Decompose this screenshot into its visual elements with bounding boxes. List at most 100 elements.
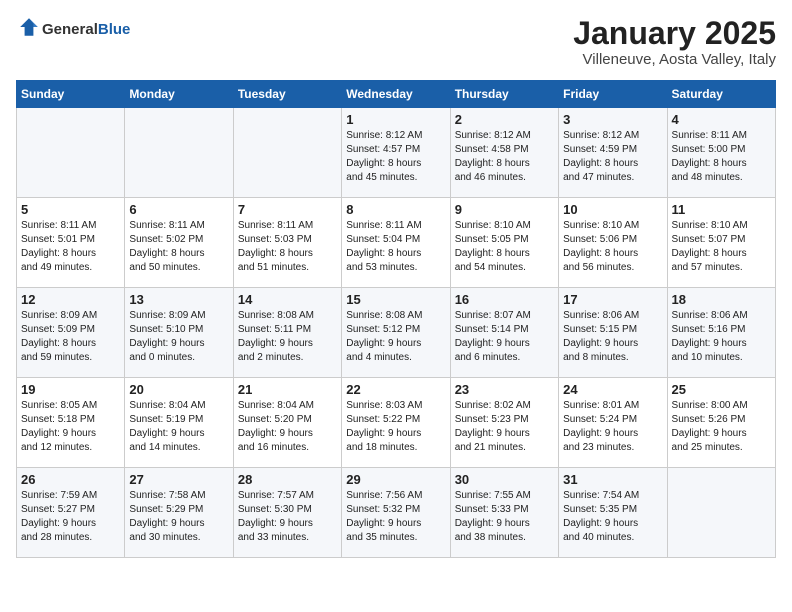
calendar-cell: 30Sunrise: 7:55 AMSunset: 5:33 PMDayligh… [450, 468, 558, 558]
calendar-cell: 10Sunrise: 8:10 AMSunset: 5:06 PMDayligh… [559, 198, 667, 288]
day-header-tuesday: Tuesday [233, 81, 341, 108]
week-row-2: 5 Sunrise: 8:11 AMSunset: 5:01 PMDaylight… [17, 198, 776, 288]
calendar-cell [667, 468, 775, 558]
calendar-cell: 9 Sunrise: 8:10 AMSunset: 5:05 PMDaylight… [450, 198, 558, 288]
day-number: 27 [129, 472, 228, 487]
day-number: 7 [238, 202, 337, 217]
day-number: 1 [346, 112, 445, 127]
day-number: 25 [672, 382, 771, 397]
calendar-cell: 6Sunrise: 8:11 AMSunset: 5:02 PMDaylight… [125, 198, 233, 288]
day-header-friday: Friday [559, 81, 667, 108]
calendar-cell [125, 108, 233, 198]
calendar-subtitle: Villeneuve, Aosta Valley, Italy [573, 51, 776, 68]
day-number: 30 [455, 472, 554, 487]
day-info: Sunrise: 8:09 AMSunset: 5:09 PMDaylight:… [21, 309, 120, 365]
day-info: Sunrise: 8:06 AMSunset: 5:15 PMDaylight:… [563, 309, 662, 365]
calendar-cell: 25Sunrise: 8:00 AMSunset: 5:26 PMDayligh… [667, 378, 775, 468]
calendar-cell: 20 Sunrise: 8:04 AMSunset: 5:19 PMDayligh… [125, 378, 233, 468]
calendar-cell: 13 Sunrise: 8:09 AMSunset: 5:10 PMDayligh… [125, 288, 233, 378]
day-info: Sunrise: 8:01 AMSunset: 5:24 PMDaylight:… [563, 399, 662, 455]
calendar-cell: 17 Sunrise: 8:06 AMSunset: 5:15 PMDayligh… [559, 288, 667, 378]
day-info: Sunrise: 8:08 AMSunset: 5:12 PMDaylight:… [346, 309, 445, 365]
day-number: 26 [21, 472, 120, 487]
calendar-cell: 28 Sunrise: 7:57 AMSunset: 5:30 PMDayligh… [233, 468, 341, 558]
day-number: 21 [238, 382, 337, 397]
day-number: 28 [238, 472, 337, 487]
day-info: Sunrise: 8:07 AMSunset: 5:14 PMDaylight:… [455, 309, 554, 365]
day-header-wednesday: Wednesday [342, 81, 450, 108]
day-info: Sunrise: 8:12 AMSunset: 4:59 PMDaylight:… [563, 129, 662, 185]
calendar-cell: 1Sunrise: 8:12 AMSunset: 4:57 PMDaylight… [342, 108, 450, 198]
calendar-cell: 8 Sunrise: 8:11 AMSunset: 5:04 PMDaylight… [342, 198, 450, 288]
day-number: 31 [563, 472, 662, 487]
calendar-cell: 29Sunrise: 7:56 AMSunset: 5:32 PMDayligh… [342, 468, 450, 558]
calendar-cell: 18Sunrise: 8:06 AMSunset: 5:16 PMDayligh… [667, 288, 775, 378]
day-header-saturday: Saturday [667, 81, 775, 108]
day-number: 24 [563, 382, 662, 397]
calendar-cell: 3 Sunrise: 8:12 AMSunset: 4:59 PMDaylight… [559, 108, 667, 198]
calendar-cell [233, 108, 341, 198]
day-header-monday: Monday [125, 81, 233, 108]
day-info: Sunrise: 8:08 AMSunset: 5:11 PMDaylight:… [238, 309, 337, 365]
day-number: 2 [455, 112, 554, 127]
calendar-cell [17, 108, 125, 198]
day-info: Sunrise: 7:59 AMSunset: 5:27 PMDaylight:… [21, 489, 120, 545]
day-header-sunday: Sunday [17, 81, 125, 108]
calendar-cell: 11 Sunrise: 8:10 AMSunset: 5:07 PMDayligh… [667, 198, 775, 288]
calendar-cell: 31 Sunrise: 7:54 AMSunset: 5:35 PMDayligh… [559, 468, 667, 558]
calendar-cell: 19Sunrise: 8:05 AMSunset: 5:18 PMDayligh… [17, 378, 125, 468]
day-info: Sunrise: 7:57 AMSunset: 5:30 PMDaylight:… [238, 489, 337, 545]
calendar-cell: 5 Sunrise: 8:11 AMSunset: 5:01 PMDaylight… [17, 198, 125, 288]
header: GeneralBlue January 2025 Villeneuve, Aos… [16, 16, 776, 68]
week-row-1: 1Sunrise: 8:12 AMSunset: 4:57 PMDaylight… [17, 108, 776, 198]
calendar-cell: 2Sunrise: 8:12 AMSunset: 4:58 PMDaylight… [450, 108, 558, 198]
day-number: 15 [346, 292, 445, 307]
title-area: January 2025 Villeneuve, Aosta Valley, I… [573, 16, 776, 68]
day-info: Sunrise: 8:10 AMSunset: 5:05 PMDaylight:… [455, 219, 554, 275]
day-info: Sunrise: 8:11 AMSunset: 5:03 PMDaylight:… [238, 219, 337, 275]
week-row-3: 12Sunrise: 8:09 AMSunset: 5:09 PMDayligh… [17, 288, 776, 378]
day-number: 13 [129, 292, 228, 307]
logo: GeneralBlue [16, 16, 130, 43]
calendar-cell: 16Sunrise: 8:07 AMSunset: 5:14 PMDayligh… [450, 288, 558, 378]
day-info: Sunrise: 8:10 AMSunset: 5:07 PMDaylight:… [672, 219, 771, 275]
day-number: 4 [672, 112, 771, 127]
day-number: 17 [563, 292, 662, 307]
day-info: Sunrise: 8:11 AMSunset: 5:01 PMDaylight:… [21, 219, 120, 275]
day-info: Sunrise: 8:11 AMSunset: 5:02 PMDaylight:… [129, 219, 228, 275]
day-number: 14 [238, 292, 337, 307]
calendar-cell: 21 Sunrise: 8:04 AMSunset: 5:20 PMDayligh… [233, 378, 341, 468]
week-row-4: 19Sunrise: 8:05 AMSunset: 5:18 PMDayligh… [17, 378, 776, 468]
logo-icon [18, 16, 40, 38]
calendar-cell: 12Sunrise: 8:09 AMSunset: 5:09 PMDayligh… [17, 288, 125, 378]
calendar-cell: 24 Sunrise: 8:01 AMSunset: 5:24 PMDayligh… [559, 378, 667, 468]
day-info: Sunrise: 8:11 AMSunset: 5:04 PMDaylight:… [346, 219, 445, 275]
calendar-cell: 23Sunrise: 8:02 AMSunset: 5:23 PMDayligh… [450, 378, 558, 468]
day-header-thursday: Thursday [450, 81, 558, 108]
logo-blue: Blue [98, 21, 131, 38]
day-number: 22 [346, 382, 445, 397]
day-number: 11 [672, 202, 771, 217]
day-number: 9 [455, 202, 554, 217]
calendar-cell: 15 Sunrise: 8:08 AMSunset: 5:12 PMDayligh… [342, 288, 450, 378]
calendar-cell: 27Sunrise: 7:58 AMSunset: 5:29 PMDayligh… [125, 468, 233, 558]
day-info: Sunrise: 7:56 AMSunset: 5:32 PMDaylight:… [346, 489, 445, 545]
calendar-cell: 22 Sunrise: 8:03 AMSunset: 5:22 PMDayligh… [342, 378, 450, 468]
day-number: 23 [455, 382, 554, 397]
calendar-cell: 26 Sunrise: 7:59 AMSunset: 5:27 PMDayligh… [17, 468, 125, 558]
day-number: 10 [563, 202, 662, 217]
day-number: 8 [346, 202, 445, 217]
day-number: 20 [129, 382, 228, 397]
calendar-cell: 4Sunrise: 8:11 AMSunset: 5:00 PMDaylight… [667, 108, 775, 198]
day-number: 5 [21, 202, 120, 217]
day-info: Sunrise: 8:03 AMSunset: 5:22 PMDaylight:… [346, 399, 445, 455]
calendar-table: SundayMondayTuesdayWednesdayThursdayFrid… [16, 80, 776, 558]
day-info: Sunrise: 8:09 AMSunset: 5:10 PMDaylight:… [129, 309, 228, 365]
day-info: Sunrise: 8:04 AMSunset: 5:19 PMDaylight:… [129, 399, 228, 455]
day-info: Sunrise: 8:05 AMSunset: 5:18 PMDaylight:… [21, 399, 120, 455]
day-info: Sunrise: 7:54 AMSunset: 5:35 PMDaylight:… [563, 489, 662, 545]
calendar-cell: 7 Sunrise: 8:11 AMSunset: 5:03 PMDaylight… [233, 198, 341, 288]
logo-general: General [42, 21, 98, 38]
day-info: Sunrise: 8:04 AMSunset: 5:20 PMDaylight:… [238, 399, 337, 455]
day-number: 3 [563, 112, 662, 127]
